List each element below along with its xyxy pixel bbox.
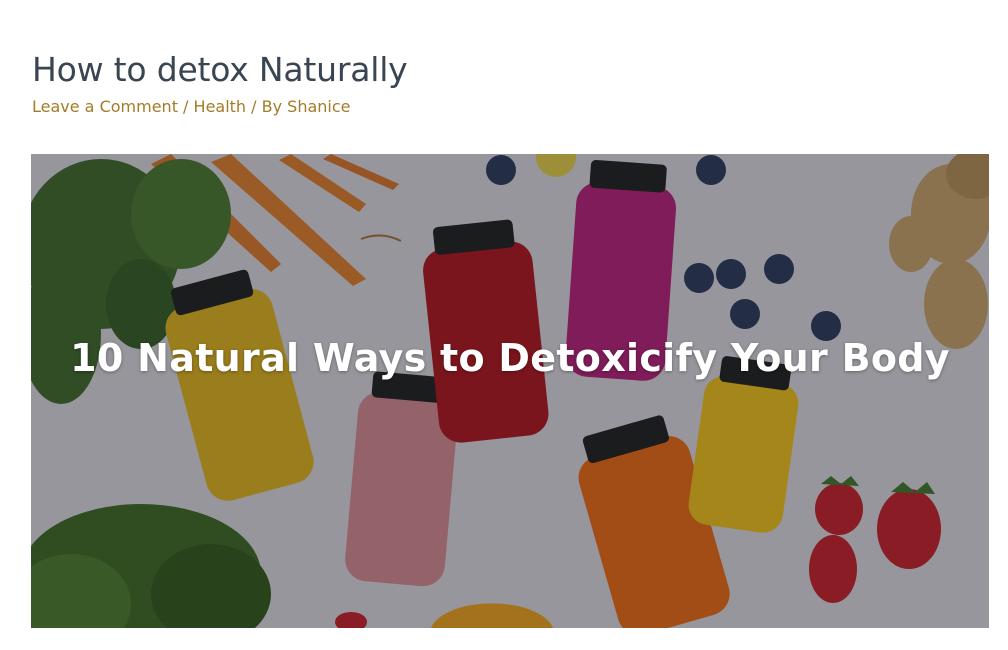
meta-by-label: / By — [246, 97, 288, 116]
post-title: How to detox Naturally — [32, 50, 408, 89]
featured-image[interactable]: 10 Natural Ways to Detoxicify Your Body — [31, 154, 989, 628]
post-meta: Leave a Comment / Health / By Shanice — [32, 97, 351, 116]
blog-post-page: How to detox Naturally Leave a Comment /… — [0, 0, 1008, 650]
image-dark-overlay — [31, 154, 989, 628]
featured-image-caption: 10 Natural Ways to Detoxicify Your Body — [70, 336, 950, 380]
leave-comment-link[interactable]: Leave a Comment — [32, 97, 178, 116]
meta-separator: / — [177, 97, 194, 116]
author-link[interactable]: Shanice — [287, 97, 350, 116]
category-link-health[interactable]: Health — [194, 97, 247, 116]
